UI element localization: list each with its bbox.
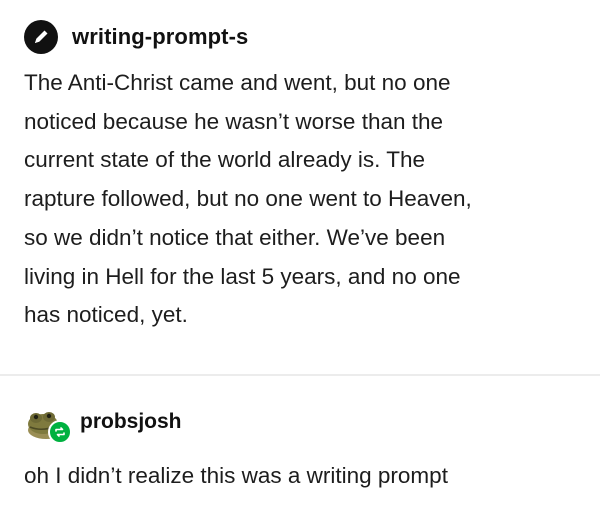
post-author-username[interactable]: writing-prompt-s xyxy=(72,24,248,50)
post-body-line: The Anti-Christ came and went, but no on… xyxy=(24,70,451,95)
tumblr-post: writing-prompt-s The Anti-Christ came an… xyxy=(0,0,600,506)
post-body-line: current state of the world already is. T… xyxy=(24,147,426,173)
reply-text: oh I didn’t realize this was a writing p… xyxy=(24,463,448,488)
post-body: The Anti-Christ came and went, but no on… xyxy=(24,64,584,335)
reply-author-username[interactable]: probsjosh xyxy=(80,410,182,434)
reply-divider xyxy=(0,374,600,376)
pencil-icon[interactable] xyxy=(24,20,58,54)
reply-avatar[interactable] xyxy=(24,400,72,444)
post-body-line: so we didn’t notice that either. We’ve b… xyxy=(24,224,446,250)
post-body-line: rapture followed, but no one went to Hea… xyxy=(24,186,472,212)
post-body-line: noticed because he wasn’t worse than the xyxy=(24,108,444,134)
post-header: writing-prompt-s xyxy=(24,20,248,54)
reblog-icon xyxy=(48,420,72,444)
post-body-line: living in Hell for the last 5 years, and… xyxy=(24,263,461,289)
post-body-line: has noticed, yet. xyxy=(24,302,188,328)
reply-header: probsjosh xyxy=(24,400,182,444)
